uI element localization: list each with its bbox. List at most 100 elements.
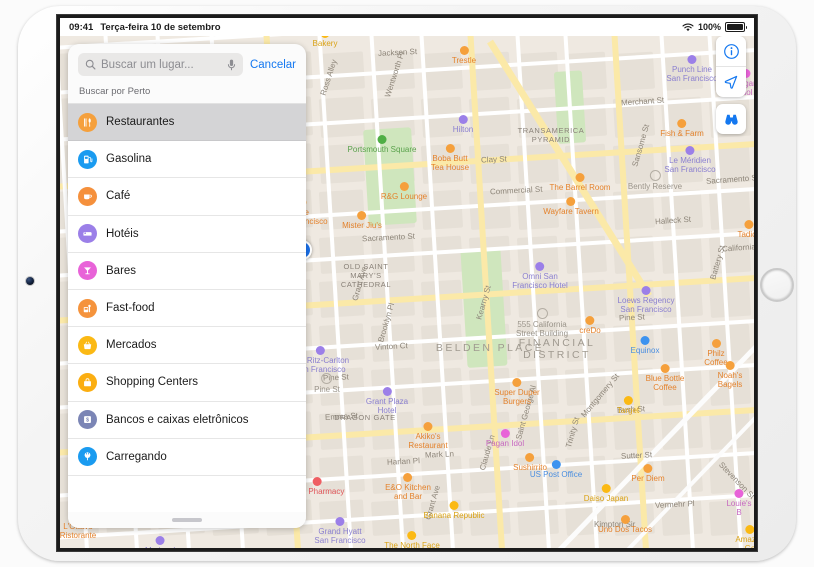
map-poi[interactable]: Amazon Go <box>735 525 754 548</box>
poi-label: R&G Lounge <box>380 192 428 201</box>
district-label: FINANCIAL DISTRICT <box>518 337 596 361</box>
map-poi[interactable]: Hilton <box>453 115 473 134</box>
nearby-item-fast-food[interactable]: Fast-food <box>68 290 306 328</box>
map-controls <box>716 36 746 141</box>
map-block <box>468 455 512 494</box>
map-poi[interactable]: Blue Bottle Coffee <box>646 364 684 392</box>
poi-label: Equinox <box>630 346 660 355</box>
poi-pin-icon <box>566 197 576 206</box>
info-circle-icon <box>723 43 739 59</box>
map-poi[interactable]: Punch Line San Francisco <box>666 55 718 83</box>
map-controls-group-top <box>716 36 746 97</box>
nearby-item-label: Mercados <box>106 339 157 352</box>
search-placeholder: Buscar um lugar... <box>101 58 194 71</box>
map-poi[interactable]: Bently Reserve <box>628 170 682 191</box>
info-button[interactable] <box>716 36 746 66</box>
map-poi[interactable]: Wayfare Tavern <box>543 197 599 216</box>
poi-label: US Post Office <box>529 470 583 479</box>
map-controls-group-bottom <box>716 104 746 134</box>
map-poi[interactable]: Uno Dos Tacos <box>598 515 652 534</box>
microphone-icon[interactable] <box>227 59 236 71</box>
nearby-item-bancos-e-caixas-eletr-nicos[interactable]: $ Bancos e caixas eletrônicos <box>68 402 306 439</box>
map-poi[interactable]: Boba Butt Tea House <box>431 144 469 172</box>
poi-pin-icon <box>620 515 630 524</box>
poi-label: Boba Butt Tea House <box>430 154 470 172</box>
map-poi[interactable]: Fish & Farm <box>660 119 704 138</box>
poi-pin-icon <box>725 361 735 370</box>
street-label: Harlan Pl <box>386 456 421 467</box>
map-poi[interactable]: R&G Lounge <box>381 182 427 201</box>
cancel-button[interactable]: Cancelar <box>250 59 296 71</box>
map-poi[interactable]: The Barrel Room <box>550 173 610 192</box>
poi-label: Amazon Go <box>735 535 754 548</box>
map-poi[interactable]: Portsmouth Square <box>348 135 416 154</box>
map-poi[interactable]: Akiko's Restaurant <box>408 422 448 450</box>
map-poi[interactable]: Loews Regency San Francisco <box>617 286 675 314</box>
nearby-item-bares[interactable]: Bares <box>68 253 306 290</box>
map-poi[interactable]: E&O Kitchen and Bar <box>385 473 431 501</box>
map-poi[interactable]: Per Diem <box>631 464 665 483</box>
flyover-button[interactable] <box>716 104 746 134</box>
search-input[interactable]: Buscar um lugar... <box>78 53 243 76</box>
map-poi[interactable]: Tadich <box>737 220 754 239</box>
poi-label: Punch Line San Francisco <box>666 65 718 83</box>
restaurant-icon <box>78 112 97 132</box>
poi-pin-icon <box>734 489 744 498</box>
home-button[interactable] <box>760 268 794 302</box>
nearby-item-shopping-centers[interactable]: Shopping Centers <box>68 364 306 402</box>
poi-pin-icon <box>649 170 661 181</box>
poi-pin-icon <box>445 144 455 153</box>
cocktail-icon <box>78 261 97 281</box>
map-poi[interactable]: Noah's Bagels <box>718 361 742 389</box>
nearby-item-carregando[interactable]: Carregando <box>68 439 306 476</box>
nearby-item-caf[interactable]: Café <box>68 178 306 216</box>
locate-button[interactable] <box>716 66 746 97</box>
map-poi[interactable]: creDo <box>579 316 601 335</box>
ev-charger-icon <box>78 447 97 467</box>
poi-label: Trestle <box>451 56 477 65</box>
map-poi[interactable]: Trestle <box>452 46 476 65</box>
map-poi[interactable]: Louie's B <box>726 489 752 517</box>
nearby-item-restaurantes[interactable]: Restaurantes <box>68 104 306 142</box>
map-poi[interactable]: Grand Hyatt San Francisco <box>314 517 366 545</box>
poi-pin-icon <box>640 336 650 345</box>
nearby-item-label: Shopping Centers <box>106 376 199 389</box>
map-poi[interactable]: Grant Plaza Hotel <box>366 387 408 415</box>
landmark-label: TRANSAMERICA PYRAMID <box>517 126 585 144</box>
poi-pin-icon <box>641 286 651 295</box>
map-poi[interactable]: Equinox <box>630 336 660 355</box>
poi-label: Loews Regency San Francisco <box>617 296 675 314</box>
nearby-item-gasolina[interactable]: Gasolina <box>68 141 306 179</box>
map-poi[interactable]: 555 California Street Building <box>516 308 568 338</box>
map-poi[interactable]: Marines' Memorial <box>144 536 177 548</box>
nearby-item-hot-is[interactable]: Hotéis <box>68 216 306 253</box>
map-poi[interactable]: US Post Office <box>530 460 582 479</box>
map-poi[interactable]: Pine St <box>314 373 340 394</box>
map-poi[interactable]: Mister Jiu's <box>342 211 382 230</box>
poi-pin-icon <box>745 525 754 534</box>
map-poi[interactable]: Super Duper Burgers <box>494 378 540 406</box>
map-poi[interactable]: Omni San Francisco Hotel <box>512 262 568 290</box>
map-poi[interactable]: Pagan Idol <box>486 429 524 448</box>
nearby-item-mercados[interactable]: Mercados <box>68 327 306 365</box>
nearby-category-list[interactable]: Restaurantes Gasolina Café Hotéis Bares Fast-… <box>68 103 306 512</box>
poi-pin-icon <box>623 396 633 405</box>
map-poi[interactable]: Banana Republic <box>424 501 484 520</box>
nearby-item-label: Café <box>106 190 131 203</box>
map-poi[interactable]: The North Face <box>384 531 440 548</box>
poi-pin-icon <box>155 536 165 545</box>
poi-pin-icon <box>449 501 459 510</box>
poi-pin-icon <box>407 531 417 540</box>
map-block <box>708 279 752 318</box>
panel-grabber[interactable] <box>172 518 202 522</box>
fastfood-icon <box>78 298 97 318</box>
poi-label: Tadich <box>737 230 754 239</box>
map-poi[interactable]: Daiso Japan <box>584 484 628 503</box>
poi-pin-icon <box>403 473 413 482</box>
nearby-item-label: Carregando <box>106 450 167 463</box>
map-block <box>516 51 560 91</box>
poi-pin-icon <box>687 55 697 64</box>
map-poi[interactable]: Target <box>617 396 639 415</box>
binoculars-icon <box>724 114 738 125</box>
street-label: Mark Ln <box>424 449 455 460</box>
